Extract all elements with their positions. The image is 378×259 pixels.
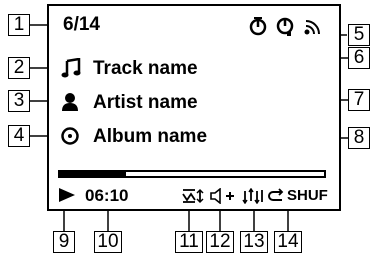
repeat-icon bbox=[268, 188, 284, 201]
alarm-icon bbox=[276, 17, 294, 36]
callout-10: 10 bbox=[94, 231, 122, 253]
callout-14: 14 bbox=[274, 231, 302, 253]
volume-icon bbox=[210, 188, 234, 204]
callout-8: 8 bbox=[348, 127, 370, 149]
callout-5: 5 bbox=[348, 24, 370, 46]
sound-effect-icon bbox=[242, 188, 263, 204]
callout-11: 11 bbox=[175, 231, 203, 253]
callout-13: 13 bbox=[240, 231, 268, 253]
shuffle-indicator: SHUF bbox=[287, 187, 328, 204]
callout-4: 4 bbox=[8, 125, 30, 147]
progress-bar-fill bbox=[60, 172, 126, 176]
callout-1: 1 bbox=[8, 14, 30, 36]
timer-icon bbox=[249, 17, 267, 36]
album-name: Album name bbox=[93, 126, 208, 147]
wireless-signal-icon bbox=[304, 20, 320, 35]
artist-icon bbox=[62, 93, 78, 111]
progress-bar[interactable] bbox=[58, 170, 326, 178]
callout-6: 6 bbox=[348, 47, 370, 69]
callout-12: 12 bbox=[206, 231, 234, 253]
callout-9: 9 bbox=[53, 231, 75, 253]
album-icon bbox=[61, 127, 79, 145]
callout-7: 7 bbox=[348, 89, 370, 111]
artist-name: Artist name bbox=[93, 92, 198, 113]
callout-2: 2 bbox=[8, 57, 30, 79]
equalizer-icon bbox=[182, 188, 204, 204]
elapsed-time: 06:10 bbox=[85, 186, 129, 205]
music-note-icon bbox=[61, 58, 81, 78]
player-screen: 6/14 Track name Artist name Album name 0… bbox=[47, 4, 341, 211]
track-name: Track name bbox=[93, 58, 198, 79]
play-icon bbox=[59, 188, 75, 202]
track-position: 6/14 bbox=[63, 14, 100, 35]
callout-3: 3 bbox=[8, 90, 30, 112]
